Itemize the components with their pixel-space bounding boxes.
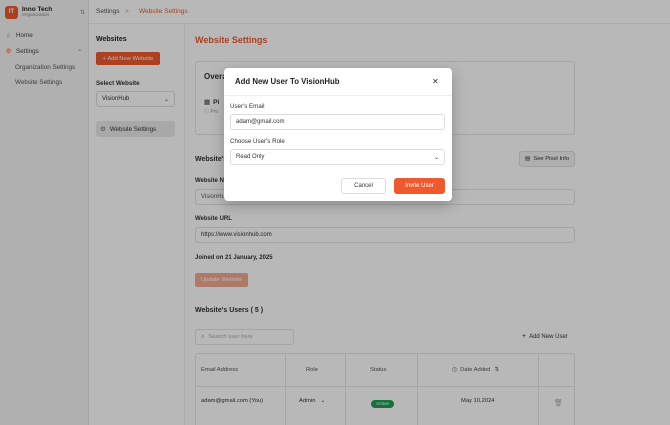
modal-overlay[interactable] — [0, 0, 670, 425]
cancel-button[interactable]: Cancel — [341, 178, 386, 194]
modal-title: Add New User To VisionHub — [235, 77, 340, 86]
user-email-field[interactable]: adam@gmail.com — [230, 114, 445, 130]
user-role-value: Read Only — [236, 154, 265, 160]
close-icon[interactable]: ✕ — [432, 77, 439, 86]
add-user-modal: Add New User To VisionHub ✕ User's Email… — [224, 68, 452, 201]
chevron-down-icon: ⌄ — [433, 154, 439, 161]
user-email-label: User's Email — [230, 103, 265, 110]
invite-user-button[interactable]: Invite User — [394, 178, 445, 194]
user-role-label: Choose User's Role — [230, 138, 285, 145]
user-role-select[interactable]: Read Only ⌄ — [230, 149, 445, 165]
